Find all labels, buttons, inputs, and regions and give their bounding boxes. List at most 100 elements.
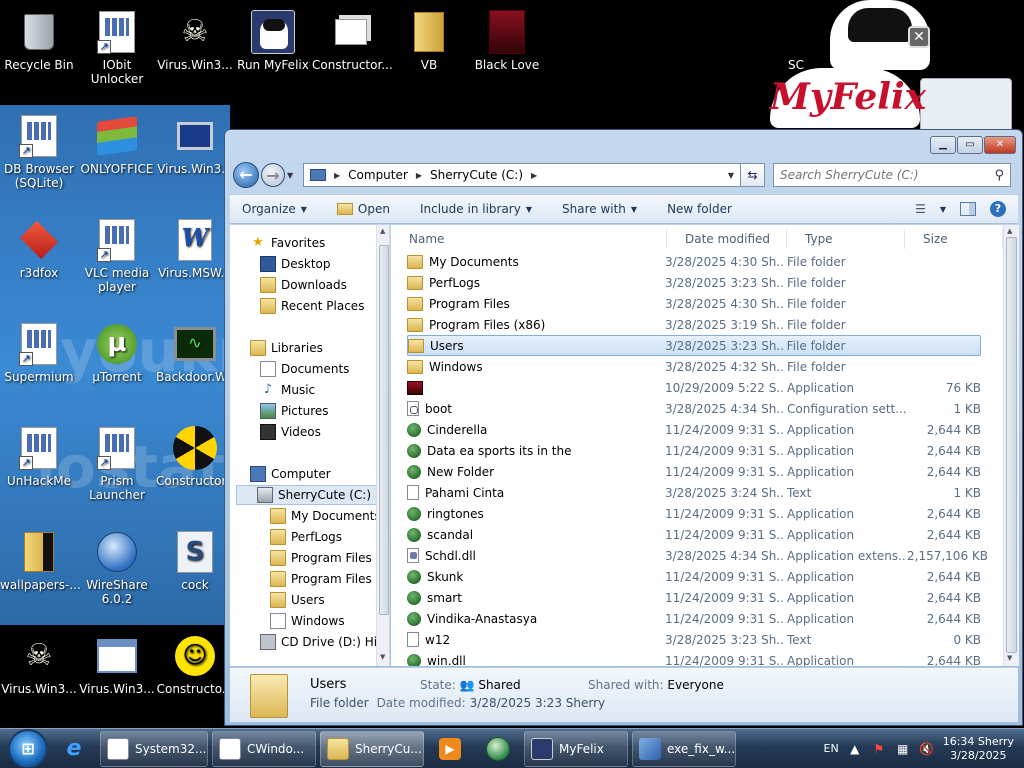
nav-folder-program-files[interactable]: Program Files bbox=[270, 548, 389, 568]
preview-pane-icon[interactable] bbox=[960, 202, 976, 216]
column-header-name[interactable]: Name bbox=[391, 229, 667, 249]
desktop-icon-virus-msw[interactable]: W Virus.MSW... bbox=[156, 214, 234, 280]
address-dropdown[interactable]: ▼ bbox=[728, 171, 734, 180]
forward-button[interactable]: → bbox=[261, 163, 285, 187]
browser-pinned-button[interactable] bbox=[476, 731, 520, 767]
nav-computer[interactable]: Computer bbox=[250, 464, 389, 484]
breadcrumb-drive-c[interactable]: SherryCute (C:) bbox=[430, 168, 523, 182]
desktop-icon-virus-3[interactable]: ☠ Virus.Win3... bbox=[0, 630, 78, 697]
file-row[interactable]: PerfLogs 3/28/2025 3:23 Sh... File folder bbox=[407, 272, 981, 293]
desktop-icon-backdoor[interactable]: ∿ Backdoor.W... bbox=[156, 318, 237, 384]
nav-favorites[interactable]: ★ Favorites bbox=[250, 233, 389, 253]
column-header-size[interactable]: Size bbox=[905, 229, 1003, 249]
action-center-icon[interactable]: ⚑ bbox=[871, 741, 887, 757]
desktop-icon-db-browser[interactable]: ↗ DB Browser (SQLite) bbox=[0, 110, 78, 190]
breadcrumb-separator[interactable]: ▶ bbox=[531, 171, 537, 180]
share-with-button[interactable]: Share with ▼ bbox=[562, 202, 637, 216]
file-row[interactable]: Data ea sports its in the 11/24/2009 9:31… bbox=[407, 440, 981, 461]
nav-music[interactable]: ♪ Music bbox=[260, 380, 389, 400]
desktop-icon-onlyoffice[interactable]: ONLYOFFICE bbox=[78, 110, 156, 176]
nav-folder-perflogs[interactable]: PerfLogs bbox=[270, 527, 389, 547]
nav-folder-program-files-x86[interactable]: Program Files ( bbox=[270, 569, 389, 589]
scrollbar-thumb[interactable] bbox=[1006, 237, 1017, 653]
file-row[interactable]: Cinderella 11/24/2009 9:31 S... Applicatio… bbox=[407, 419, 981, 440]
media-player-pinned-button[interactable]: ▶ bbox=[428, 731, 472, 767]
file-row[interactable]: 10/29/2009 5:22 S... Application 76 KB bbox=[407, 377, 981, 398]
organize-button[interactable]: Organize ▼ bbox=[242, 202, 307, 216]
scrollbar-thumb[interactable] bbox=[379, 245, 389, 615]
refresh-button[interactable]: ⇆ bbox=[741, 163, 765, 187]
scroll-up-arrow[interactable]: ▲ bbox=[380, 227, 385, 235]
close-button[interactable]: ✕ bbox=[984, 136, 1016, 154]
file-row[interactable]: Vindika-Anastasya 11/24/2009 9:31 S... App… bbox=[407, 608, 981, 629]
taskbar-button-exe-fix[interactable]: exe_fix_w... bbox=[632, 730, 736, 767]
desktop-icon-unhackme[interactable]: ↗ UnHackMe bbox=[0, 422, 78, 488]
desktop-icon-run-myfelix[interactable]: Run MyFelix bbox=[234, 6, 312, 72]
search-box[interactable]: ⚲ bbox=[773, 163, 1011, 187]
desktop-icon-r3dfox[interactable]: r3dfox bbox=[0, 214, 78, 280]
open-button[interactable]: Open bbox=[336, 202, 390, 216]
desktop-icon-constructor-1[interactable]: Constructor... bbox=[312, 6, 393, 72]
file-row[interactable]: boot 3/28/2025 4:34 Sh... Configuration se… bbox=[407, 398, 981, 419]
breadcrumb-separator[interactable]: ▶ bbox=[416, 171, 422, 180]
file-row[interactable]: smart 11/24/2009 9:31 S... Application 2,64… bbox=[407, 587, 981, 608]
file-row[interactable]: Pahami Cinta 3/28/2025 3:24 Sh... Text 1 KB bbox=[407, 482, 981, 503]
clock[interactable]: 16:34 Sherry 3/28/2025 bbox=[943, 735, 1014, 763]
file-row[interactable]: ringtones 11/24/2009 9:31 S... Application… bbox=[407, 503, 981, 524]
recent-pages-dropdown[interactable]: ▼ bbox=[287, 171, 299, 180]
file-row[interactable]: Program Files (x86) 3/28/2025 3:19 Sh... F… bbox=[407, 314, 981, 335]
nav-videos[interactable]: Videos bbox=[260, 422, 389, 442]
breadcrumb-computer[interactable]: Computer bbox=[348, 168, 408, 182]
desktop-icon-black-love[interactable]: Black Love bbox=[468, 6, 546, 72]
nav-folder-my-documents[interactable]: My Documents bbox=[270, 506, 389, 526]
nav-libraries[interactable]: Libraries bbox=[250, 338, 389, 358]
file-row[interactable]: win.dll 11/24/2009 9:31 S... Application 2,… bbox=[407, 650, 981, 666]
search-input[interactable] bbox=[780, 168, 995, 182]
back-button[interactable]: ← bbox=[233, 162, 259, 188]
file-row[interactable]: Windows 3/28/2025 4:32 Sh... File folder bbox=[407, 356, 981, 377]
desktop-icon-wireshare[interactable]: WireShare 6.0.2 bbox=[78, 526, 156, 606]
desktop-icon-vb[interactable]: VB bbox=[390, 6, 468, 72]
desktop-icon-virus-1[interactable]: ☠ Virus.Win3... bbox=[156, 6, 234, 73]
taskbar-button-myfelix[interactable]: MyFelix bbox=[524, 730, 628, 767]
file-row[interactable]: Schdl.dll 3/28/2025 4:34 Sh... Application… bbox=[407, 545, 988, 566]
view-dropdown[interactable]: ▼ bbox=[940, 205, 946, 214]
nav-desktop[interactable]: Desktop bbox=[260, 254, 389, 274]
file-row[interactable]: w12 3/28/2025 3:23 Sh... Text 0 KB bbox=[407, 629, 981, 650]
nav-folder-windows[interactable]: Windows bbox=[270, 611, 389, 631]
column-header-date[interactable]: Date modified bbox=[667, 229, 787, 249]
nav-drive-d[interactable]: CD Drive (D:) Hir bbox=[260, 632, 389, 652]
file-row[interactable]: Program Files 3/28/2025 4:30 Sh... File fo… bbox=[407, 293, 981, 314]
close-icon[interactable]: ✕ bbox=[908, 26, 930, 48]
desktop-icon-utorrent[interactable]: µ µTorrent bbox=[78, 318, 156, 384]
breadcrumb-separator[interactable]: ▶ bbox=[334, 171, 340, 180]
desktop-icon-constructor-2[interactable]: Constructor... bbox=[156, 422, 237, 488]
language-indicator[interactable]: EN bbox=[824, 742, 839, 755]
network-icon[interactable]: ▦ bbox=[895, 741, 911, 757]
address-bar[interactable]: ▶ Computer ▶ SherryCute (C:) ▶ ▼ bbox=[303, 163, 741, 187]
file-row[interactable]: New Folder 11/24/2009 9:31 S... Applicatio… bbox=[407, 461, 981, 482]
nav-documents[interactable]: Documents bbox=[260, 359, 389, 379]
desktop-icon-wallpapers[interactable]: wallpapers-... bbox=[0, 526, 81, 592]
minimize-button[interactable]: ▁ bbox=[930, 136, 956, 154]
nav-recent-places[interactable]: Recent Places bbox=[260, 296, 389, 316]
file-row[interactable]: My Documents 3/28/2025 4:30 Sh... File fol… bbox=[407, 251, 981, 272]
chevron-up-icon[interactable]: ▲ bbox=[847, 741, 863, 757]
start-button[interactable]: ⊞ bbox=[8, 728, 48, 768]
new-folder-button[interactable]: New folder bbox=[667, 202, 732, 216]
file-list-scrollbar[interactable]: ▲ ▼ bbox=[1003, 225, 1019, 666]
scroll-down-arrow[interactable]: ▼ bbox=[380, 653, 385, 661]
explorer-window[interactable]: ▁ ▭ ✕ ← → ▼ ▶ Computer ▶ SherryCute (C:)… bbox=[224, 129, 1023, 726]
desktop-icon-virus-4[interactable]: Virus.Win3... bbox=[78, 630, 156, 696]
taskbar-button-cwindows[interactable]: CWindo... bbox=[212, 730, 316, 767]
nav-drive-c[interactable]: SherryCute (C:) bbox=[236, 485, 378, 505]
nav-downloads[interactable]: Downloads bbox=[260, 275, 389, 295]
desktop-icon-constructor-3[interactable]: ☺ Constructo... bbox=[156, 630, 234, 696]
nav-pictures[interactable]: Pictures bbox=[260, 401, 389, 421]
desktop-icon-virus-2[interactable]: Virus.Win3... bbox=[156, 110, 234, 176]
desktop-icon-cock[interactable]: S cock bbox=[156, 526, 234, 592]
nav-pane-scrollbar[interactable]: ▲ ▼ bbox=[376, 225, 389, 666]
search-icon[interactable]: ⚲ bbox=[994, 168, 1004, 183]
ie-pinned-button[interactable]: e bbox=[52, 731, 96, 767]
scroll-up-arrow[interactable]: ▲ bbox=[1007, 227, 1012, 235]
